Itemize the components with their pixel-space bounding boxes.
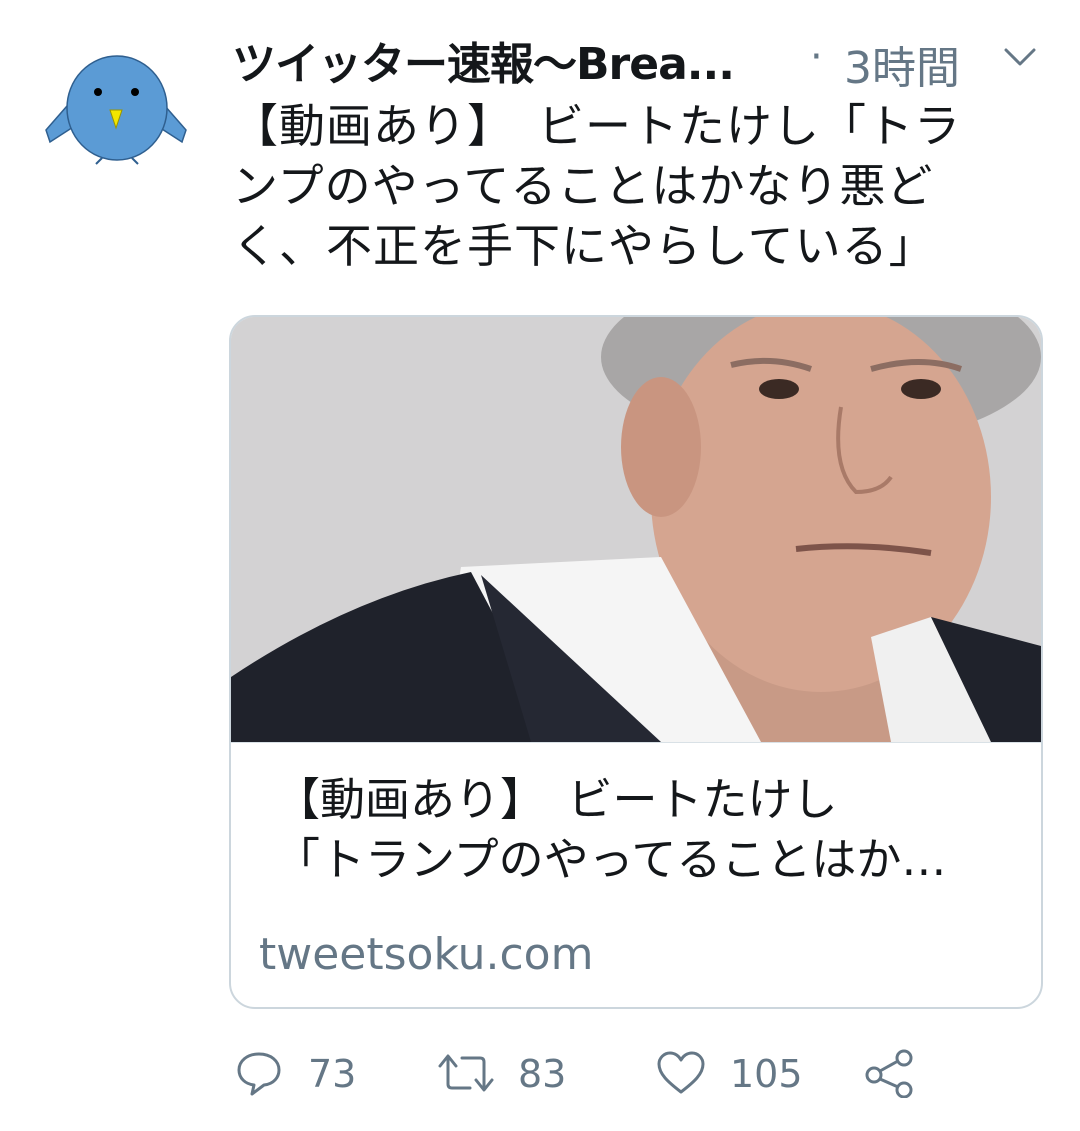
tweet-header: ツイッター速報〜Brea... · 3時間 [232, 28, 1052, 94]
card-url: tweetsoku.com [259, 929, 594, 980]
card-title-line: 【動画あり】 ビートたけし [275, 773, 838, 826]
like-button[interactable]: 105 [652, 1042, 822, 1106]
link-card[interactable]: 【動画あり】 ビートたけし 「トランプのやってることはか… tweetsoku.… [229, 315, 1043, 1009]
author-name[interactable]: ツイッター速報〜Brea... [232, 28, 735, 92]
separator-dot: · [810, 34, 823, 80]
retweet-icon [438, 1054, 494, 1092]
tweet-actions: 73 83 105 [232, 1042, 1052, 1106]
tweet-text-line: く、不正を手下にやらしている」 [232, 219, 936, 273]
tweet-text-line: 【動画あり】 ビートたけし「トラ [232, 99, 961, 153]
bird-avatar-icon [45, 55, 187, 165]
chevron-down-icon[interactable] [1000, 42, 1040, 72]
card-title: 【動画あり】 ビートたけし 「トランプのやってることはか… [275, 770, 1015, 890]
retweet-count: 83 [518, 1052, 567, 1096]
avatar[interactable] [40, 50, 195, 170]
like-count: 105 [730, 1052, 803, 1096]
reply-count: 73 [308, 1052, 357, 1096]
card-title-line: 「トランプのやってることはか… [275, 833, 947, 886]
speech-bubble-icon [237, 1052, 281, 1096]
tweet-timestamp[interactable]: 3時間 [844, 32, 960, 96]
portrait-photo [231, 317, 1041, 742]
heart-icon [657, 1051, 705, 1094]
card-image [231, 317, 1041, 743]
share-icon [865, 1049, 913, 1098]
tweet-text: 【動画あり】 ビートたけし「トラ ンプのやってることはかなり悪ど く、不正を手下… [232, 96, 1052, 276]
tweet-text-line: ンプのやってることはかなり悪ど [232, 159, 934, 213]
reply-button[interactable]: 73 [232, 1042, 362, 1106]
retweet-button[interactable]: 83 [438, 1042, 588, 1106]
share-button[interactable] [862, 1042, 922, 1106]
